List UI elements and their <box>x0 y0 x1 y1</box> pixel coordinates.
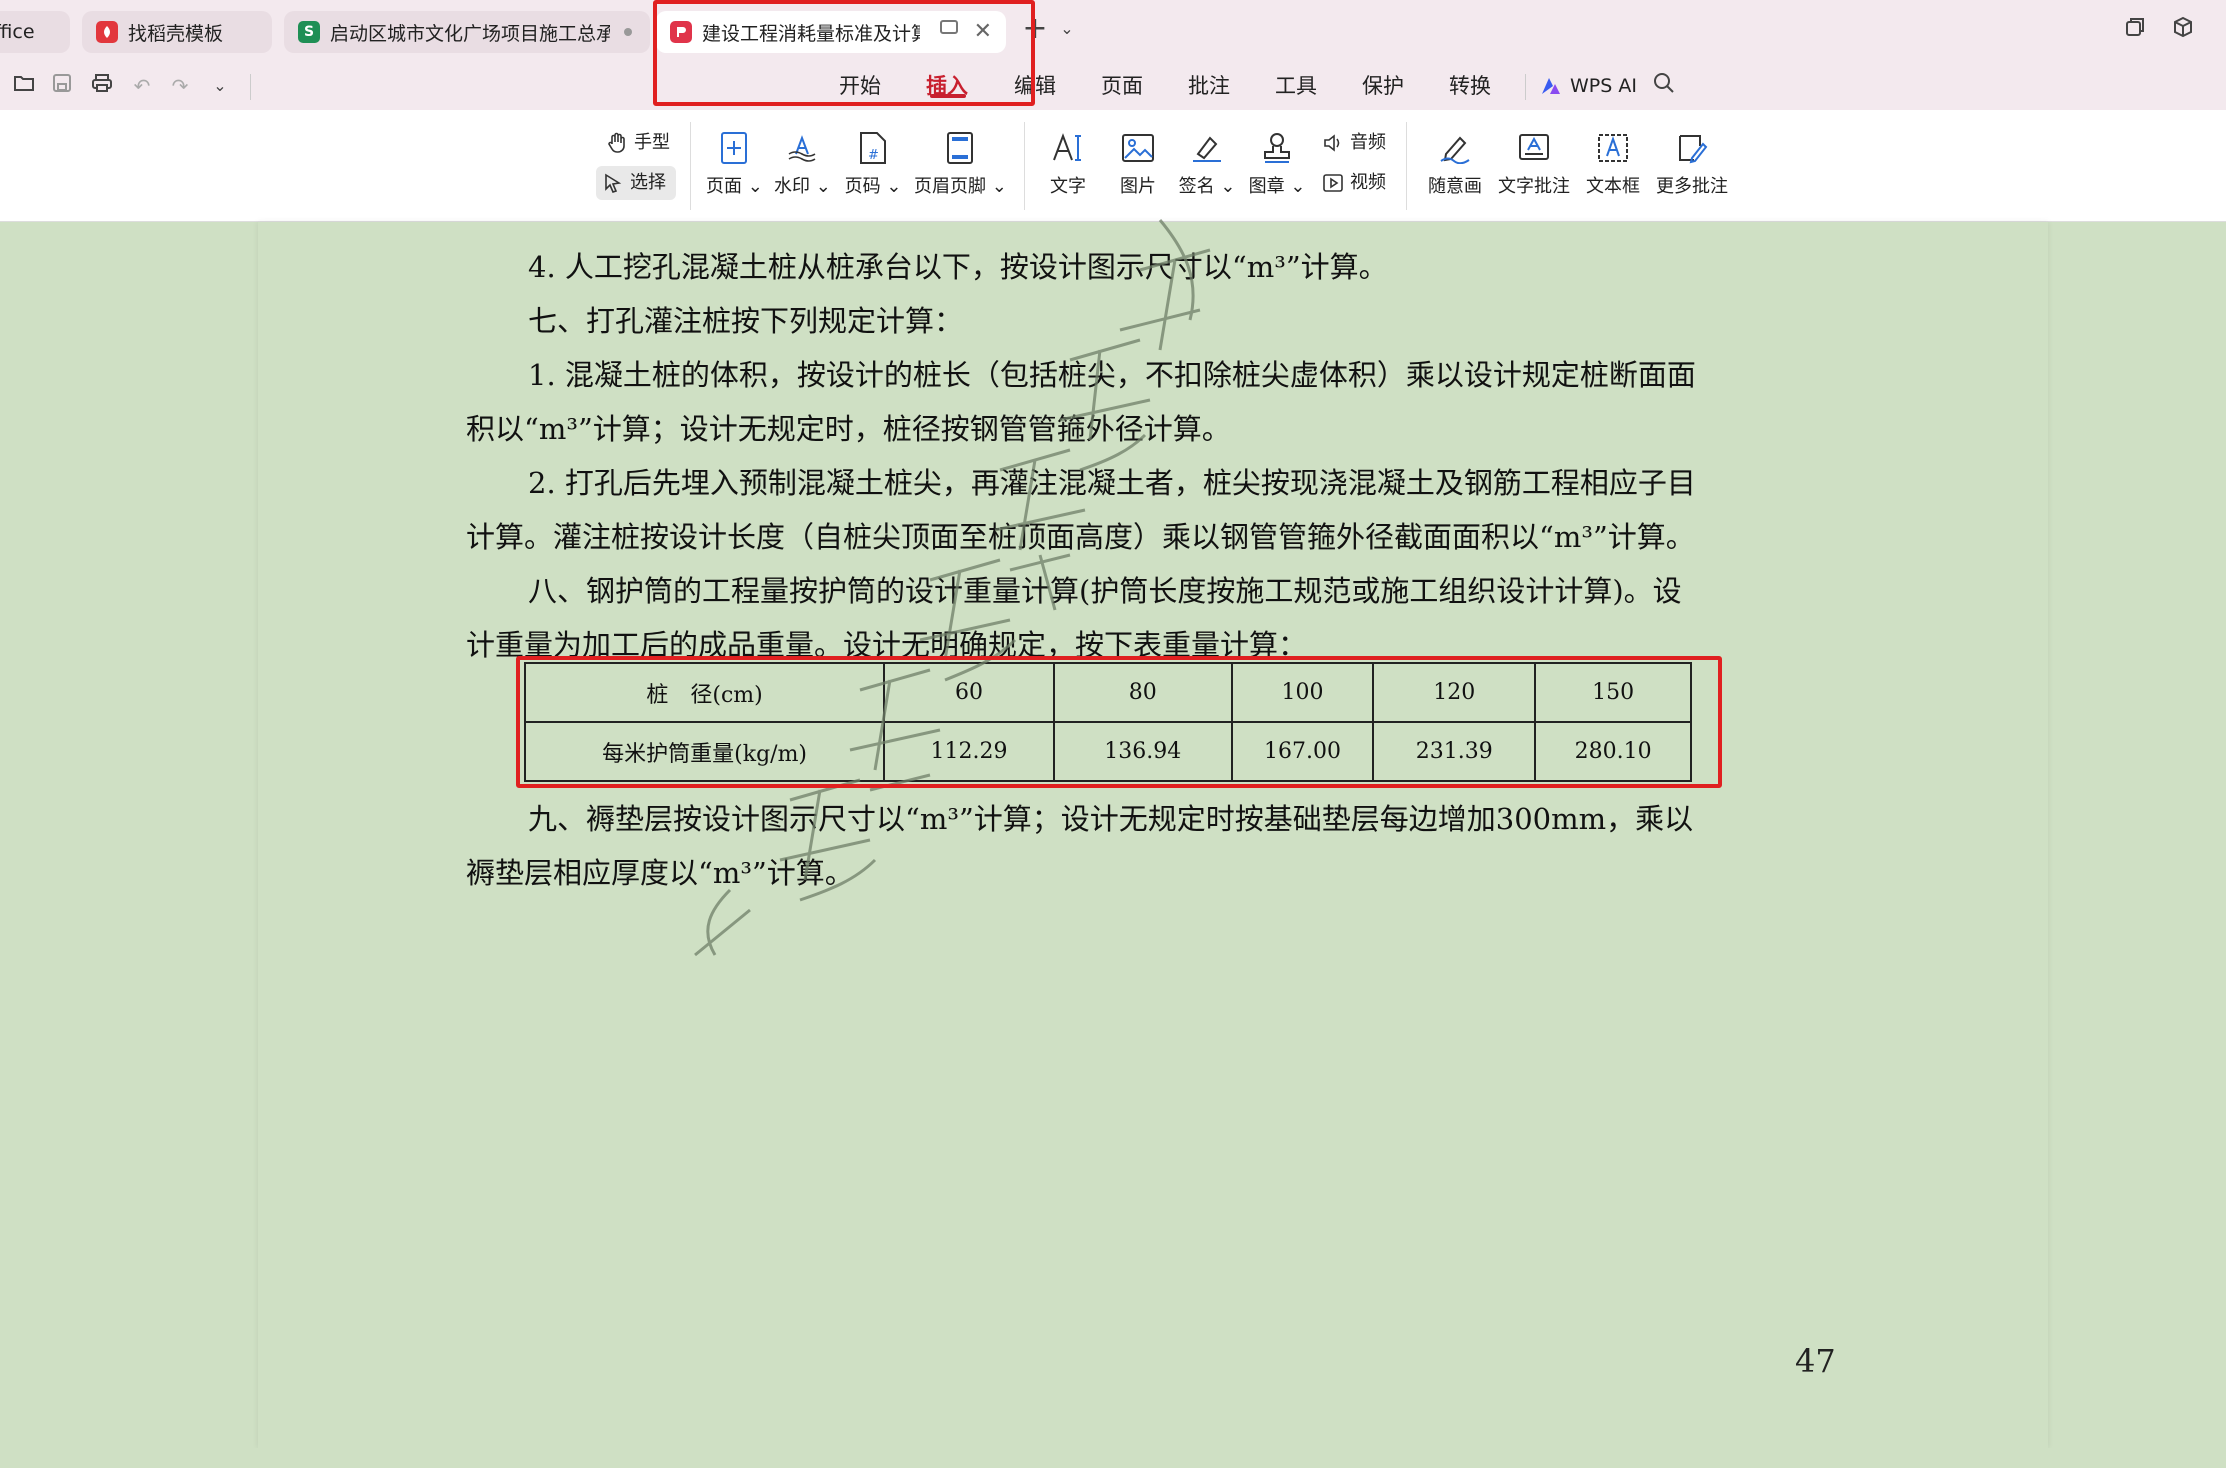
tab-list-chevron-icon[interactable]: ⌄ <box>1054 16 1080 42</box>
doc-line: 2. 打孔后先埋入预制混凝土桩尖，再灌注混凝土者，桩尖按现浇混凝土及钢筋工程相应… <box>528 466 1696 500</box>
title-bar: ffice 找稻壳模板 S 启动区城市文化广场项目施工总承 建设工程消耗量标准及… <box>0 0 2226 62</box>
textbox-button[interactable]: 文本框 <box>1582 128 1644 198</box>
header-footer-button[interactable]: 页眉页脚 ⌄ <box>914 128 1007 198</box>
freehand-draw-button[interactable]: 随意画 <box>1420 128 1490 198</box>
audio-icon <box>1324 134 1340 152</box>
doc-line: 八、钢护筒的工程量按护筒的设计重量计算(护筒长度按施工规范或施工组织设计计算)。… <box>528 574 1682 608</box>
text-comment-label: 文字批注 <box>1498 176 1570 197</box>
page-number: 47 <box>1795 1342 1836 1380</box>
audio-label: 音频 <box>1350 132 1386 153</box>
doc-line: 计算。灌注桩按设计长度（自桩尖顶面至桩顶面高度）乘以钢管管箍外径截面面积以“m³… <box>466 520 1695 554</box>
menu-convert[interactable]: 转换 <box>1449 70 1491 102</box>
watermark-label: 水印 <box>774 176 810 197</box>
doc-line: 积以“m³”计算；设计无规定时，桩径按钢管管箍外径计算。 <box>466 412 1231 446</box>
tab-label: 启动区城市文化广场项目施工总承 <box>330 22 610 45</box>
textbox-icon <box>1593 128 1633 168</box>
hand-icon <box>608 132 625 153</box>
cube-icon[interactable] <box>2170 16 2196 42</box>
window-restore-icon[interactable] <box>2122 16 2148 42</box>
signature-pen-icon <box>1187 128 1227 168</box>
redo-icon[interactable]: ↷ <box>166 72 194 100</box>
doc-line: 褥垫层相应厚度以“m³”计算。 <box>466 856 854 890</box>
insert-text-label: 文字 <box>1050 176 1086 197</box>
wps-ai-button[interactable]: WPS AI <box>1540 70 1637 102</box>
menu-comment[interactable]: 批注 <box>1188 70 1230 102</box>
header-footer-icon <box>940 128 980 168</box>
more-comments-button[interactable]: 更多批注 <box>1654 128 1730 198</box>
quick-access-chevron-icon[interactable]: ⌄ <box>206 72 234 100</box>
menu-bar: ↶ ↷ ⌄ 开始 插入 编辑 页面 批注 工具 保护 转换 WPS AI <box>0 62 2226 110</box>
active-tab-highlight-box <box>653 0 1035 106</box>
stamp-label: 图章 <box>1248 176 1285 197</box>
search-icon[interactable] <box>1650 72 1678 100</box>
text-comment-button[interactable]: 文字批注 <box>1496 128 1572 198</box>
tab-spreadsheet[interactable]: S 启动区城市文化广场项目施工总承 <box>284 11 650 53</box>
insert-page-button[interactable]: 页面 ⌄ <box>706 128 763 198</box>
page-number-label: 页码 <box>844 176 881 197</box>
docer-icon <box>96 21 118 43</box>
text-icon <box>1048 128 1088 168</box>
select-tool-button[interactable]: 选择 <box>596 166 676 200</box>
ribbon-toolbar: 手型 选择 页面 ⌄ 水印 ⌄ # 页码 ⌄ 页眉页脚 ⌄ 文字 图片 签名 ⌄… <box>0 110 2226 222</box>
doc-line: 七、打孔灌注桩按下列规定计算： <box>528 304 964 338</box>
video-label: 视频 <box>1350 172 1386 193</box>
signature-button[interactable]: 签名 ⌄ <box>1176 128 1238 198</box>
wps-ai-icon <box>1542 78 1560 94</box>
select-tool-label: 选择 <box>630 172 666 193</box>
tab-docer-templates[interactable]: 找稻壳模板 <box>82 11 272 53</box>
save-icon[interactable] <box>48 72 76 100</box>
menu-tools[interactable]: 工具 <box>1275 70 1317 102</box>
page-number-button[interactable]: # 页码 ⌄ <box>842 128 904 198</box>
stamp-icon <box>1257 128 1297 168</box>
sheet-icon: S <box>298 21 320 43</box>
header-footer-label: 页眉页脚 <box>914 176 986 197</box>
watermark-icon <box>782 128 822 168</box>
textbox-label: 文本框 <box>1586 176 1640 197</box>
divider <box>1024 122 1025 210</box>
cursor-arrow-icon <box>605 173 622 193</box>
divider <box>1406 122 1407 210</box>
wps-ai-label: WPS AI <box>1570 75 1637 97</box>
unsaved-dot-icon <box>624 28 632 36</box>
insert-picture-button[interactable]: 图片 <box>1110 128 1166 198</box>
signature-label: 签名 <box>1178 176 1215 197</box>
doc-line: 九、褥垫层按设计图示尺寸以“m³”计算；设计无规定时按基础垫层每边增加300mm… <box>528 802 1694 836</box>
insert-audio-button[interactable]: 音频 <box>1316 126 1396 160</box>
stamp-button[interactable]: 图章 ⌄ <box>1246 128 1308 198</box>
watermark-button[interactable]: 水印 ⌄ <box>774 128 831 198</box>
hand-tool-label: 手型 <box>634 132 670 153</box>
window-edge-icon[interactable] <box>2216 16 2226 42</box>
bottom-strip <box>0 1448 2226 1468</box>
divider <box>690 122 691 210</box>
doc-line: 1. 混凝土桩的体积，按设计的桩长（包括桩尖，不扣除桩尖虚体积）乘以设计规定桩断… <box>528 358 1696 392</box>
freehand-label: 随意画 <box>1428 176 1482 197</box>
open-folder-icon[interactable] <box>10 72 38 100</box>
video-icon <box>1323 174 1343 192</box>
menu-protect[interactable]: 保护 <box>1362 70 1404 102</box>
more-comments-label: 更多批注 <box>1656 176 1728 197</box>
menu-page[interactable]: 页面 <box>1101 70 1143 102</box>
divider <box>250 74 251 100</box>
picture-icon <box>1118 128 1158 168</box>
divider <box>1525 74 1526 100</box>
svg-text:#: # <box>868 148 879 163</box>
freehand-pen-icon <box>1435 128 1475 168</box>
insert-picture-label: 图片 <box>1120 176 1156 197</box>
more-comments-icon <box>1672 128 1712 168</box>
tab-label: 找稻壳模板 <box>128 22 224 45</box>
text-comment-icon <box>1514 128 1554 168</box>
insert-video-button[interactable]: 视频 <box>1316 166 1396 200</box>
hand-tool-button[interactable]: 手型 <box>600 126 680 160</box>
doc-line: 4. 人工挖孔混凝土桩从桩承台以下，按设计图示尺寸以“m³”计算。 <box>528 250 1388 284</box>
page-number-icon: # <box>853 128 893 168</box>
insert-page-label: 页面 <box>706 176 742 197</box>
undo-icon[interactable]: ↶ <box>128 72 156 100</box>
print-icon[interactable] <box>88 72 116 100</box>
tab-label: ffice <box>0 21 35 43</box>
tab-office[interactable]: ffice <box>0 11 70 53</box>
table-highlight-box <box>516 656 1722 788</box>
insert-text-button[interactable]: 文字 <box>1040 128 1096 198</box>
add-page-icon <box>714 128 754 168</box>
